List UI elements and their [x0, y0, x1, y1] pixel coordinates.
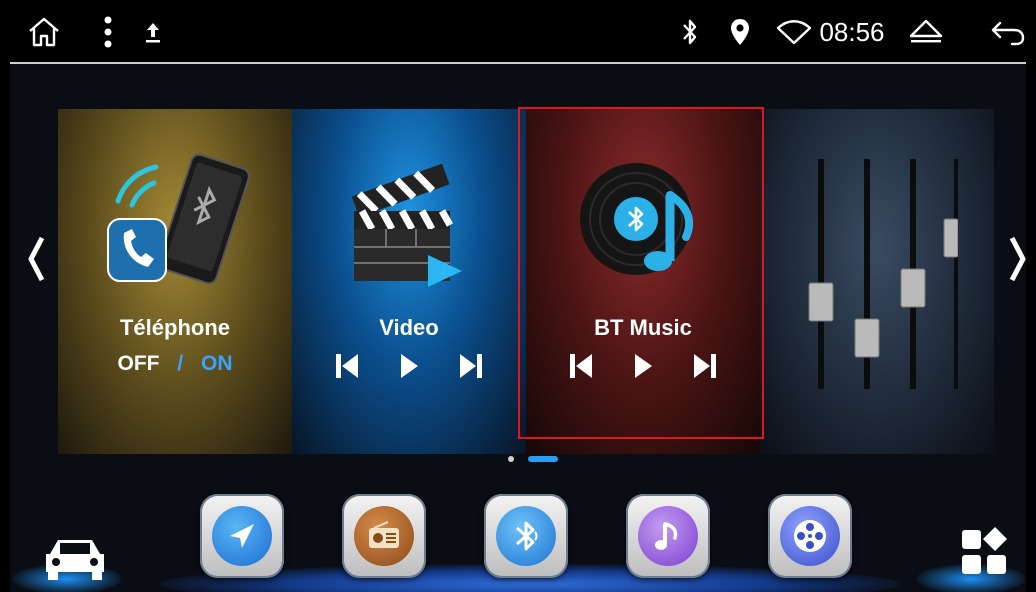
menu-dots-icon[interactable] [96, 14, 120, 50]
tile-video[interactable]: Video [292, 109, 526, 454]
previous-icon[interactable] [330, 349, 364, 383]
status-bar: 08:56 [0, 0, 1036, 64]
phone-bluetooth-icon [104, 149, 254, 299]
launcher-screen: Téléphone OFF / ON Video BT Music [10, 64, 1026, 592]
prev-page-arrow[interactable] [16, 224, 56, 294]
bluetooth-icon [496, 506, 556, 566]
clapperboard-icon [344, 159, 474, 289]
tile-label: Video [379, 315, 439, 340]
previous-icon[interactable] [564, 349, 598, 383]
bluetooth-app-button[interactable] [484, 494, 568, 578]
upload-icon[interactable] [140, 14, 166, 50]
time-text: 08:56 [819, 16, 885, 47]
car-icon[interactable] [40, 532, 110, 582]
navigation-icon [212, 506, 272, 566]
bt-music-controls [526, 349, 760, 383]
video-reel-app-button[interactable] [768, 494, 852, 578]
tile-bt-music[interactable]: BT Music [526, 109, 760, 454]
next-page-arrow[interactable] [998, 224, 1026, 294]
equalizer-sliders-icon [798, 151, 959, 401]
back-icon[interactable] [988, 14, 1028, 50]
play-icon[interactable] [392, 349, 426, 383]
film-reel-icon [780, 506, 840, 566]
off-text[interactable]: OFF [117, 352, 159, 375]
clock: 08:56 [818, 14, 886, 50]
tile-equalizer[interactable] [760, 109, 994, 454]
bt-music-disc-icon [578, 157, 708, 287]
next-icon[interactable] [454, 349, 488, 383]
radio-icon [354, 506, 414, 566]
on-text[interactable]: ON [201, 352, 233, 375]
bluetooth-icon [676, 14, 704, 50]
video-controls [292, 349, 526, 383]
eject-icon[interactable] [906, 14, 946, 50]
location-icon [726, 14, 754, 50]
page-indicator [10, 454, 1026, 464]
phone-toggle[interactable]: OFF / ON [58, 352, 292, 376]
music-icon [638, 506, 698, 566]
home-icon[interactable] [24, 14, 64, 50]
wifi-icon [774, 14, 814, 50]
apps-grid-icon[interactable] [956, 524, 1012, 580]
page-dot-active[interactable] [528, 456, 558, 462]
music-app-button[interactable] [626, 494, 710, 578]
dock [10, 474, 1026, 592]
tile-telephone[interactable]: Téléphone OFF / ON [58, 109, 292, 454]
tile-label: Téléphone [119, 315, 230, 340]
next-icon[interactable] [688, 349, 722, 383]
page-dot[interactable] [508, 456, 514, 462]
play-icon[interactable] [626, 349, 660, 383]
radio-app-button[interactable] [342, 494, 426, 578]
tile-label: BT Music [594, 315, 692, 340]
navigation-app-button[interactable] [200, 494, 284, 578]
separator-text: / [177, 352, 184, 375]
